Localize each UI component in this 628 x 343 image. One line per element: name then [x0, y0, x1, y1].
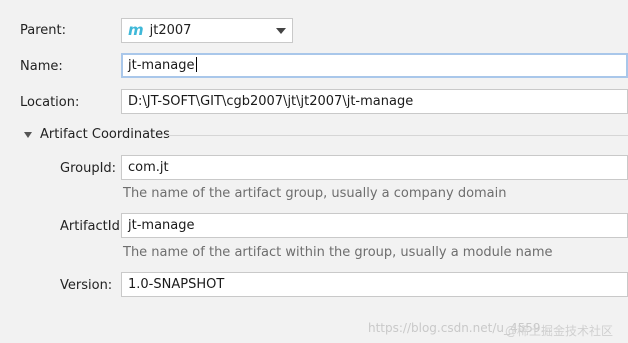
name-value: jt-manage — [128, 58, 195, 73]
location-field[interactable]: D:\JT-SOFT\GIT\cgb2007\jt\jt2007\jt-mana… — [121, 89, 628, 114]
artifact-coordinates-title: Artifact Coordinates — [40, 127, 170, 142]
groupid-value: com.jt — [128, 160, 169, 175]
location-value: D:\JT-SOFT\GIT\cgb2007\jt\jt2007\jt-mana… — [128, 94, 414, 109]
artifactid-value: jt-manage — [128, 218, 195, 233]
groupid-hint: The name of the artifact group, usually … — [123, 186, 507, 201]
chevron-down-icon[interactable] — [276, 27, 286, 34]
artifactid-label: ArtifactId: — [60, 219, 125, 234]
triangle-down-icon — [24, 131, 32, 138]
parent-dropdown[interactable]: m jt2007 — [121, 18, 293, 43]
watermark-brand: @稀土掘金技术社区 — [505, 324, 614, 338]
location-label: Location: — [20, 95, 80, 110]
parent-label: Parent: — [20, 23, 66, 38]
section-divider — [166, 135, 628, 136]
groupid-label: GroupId: — [60, 161, 117, 176]
groupid-field[interactable]: com.jt — [121, 155, 628, 180]
text-caret — [195, 57, 197, 72]
artifact-coordinates-toggle[interactable]: Artifact Coordinates — [24, 127, 170, 142]
version-label: Version: — [60, 278, 113, 293]
parent-value: jt2007 — [149, 23, 192, 38]
artifactid-field[interactable]: jt-manage — [121, 213, 628, 238]
version-value: 1.0-SNAPSHOT — [128, 277, 225, 292]
version-field[interactable]: 1.0-SNAPSHOT — [121, 272, 628, 297]
name-field[interactable]: jt-manage — [121, 53, 628, 78]
maven-module-icon: m — [128, 21, 144, 39]
artifactid-hint: The name of the artifact within the grou… — [123, 245, 553, 260]
name-label: Name: — [20, 59, 63, 74]
